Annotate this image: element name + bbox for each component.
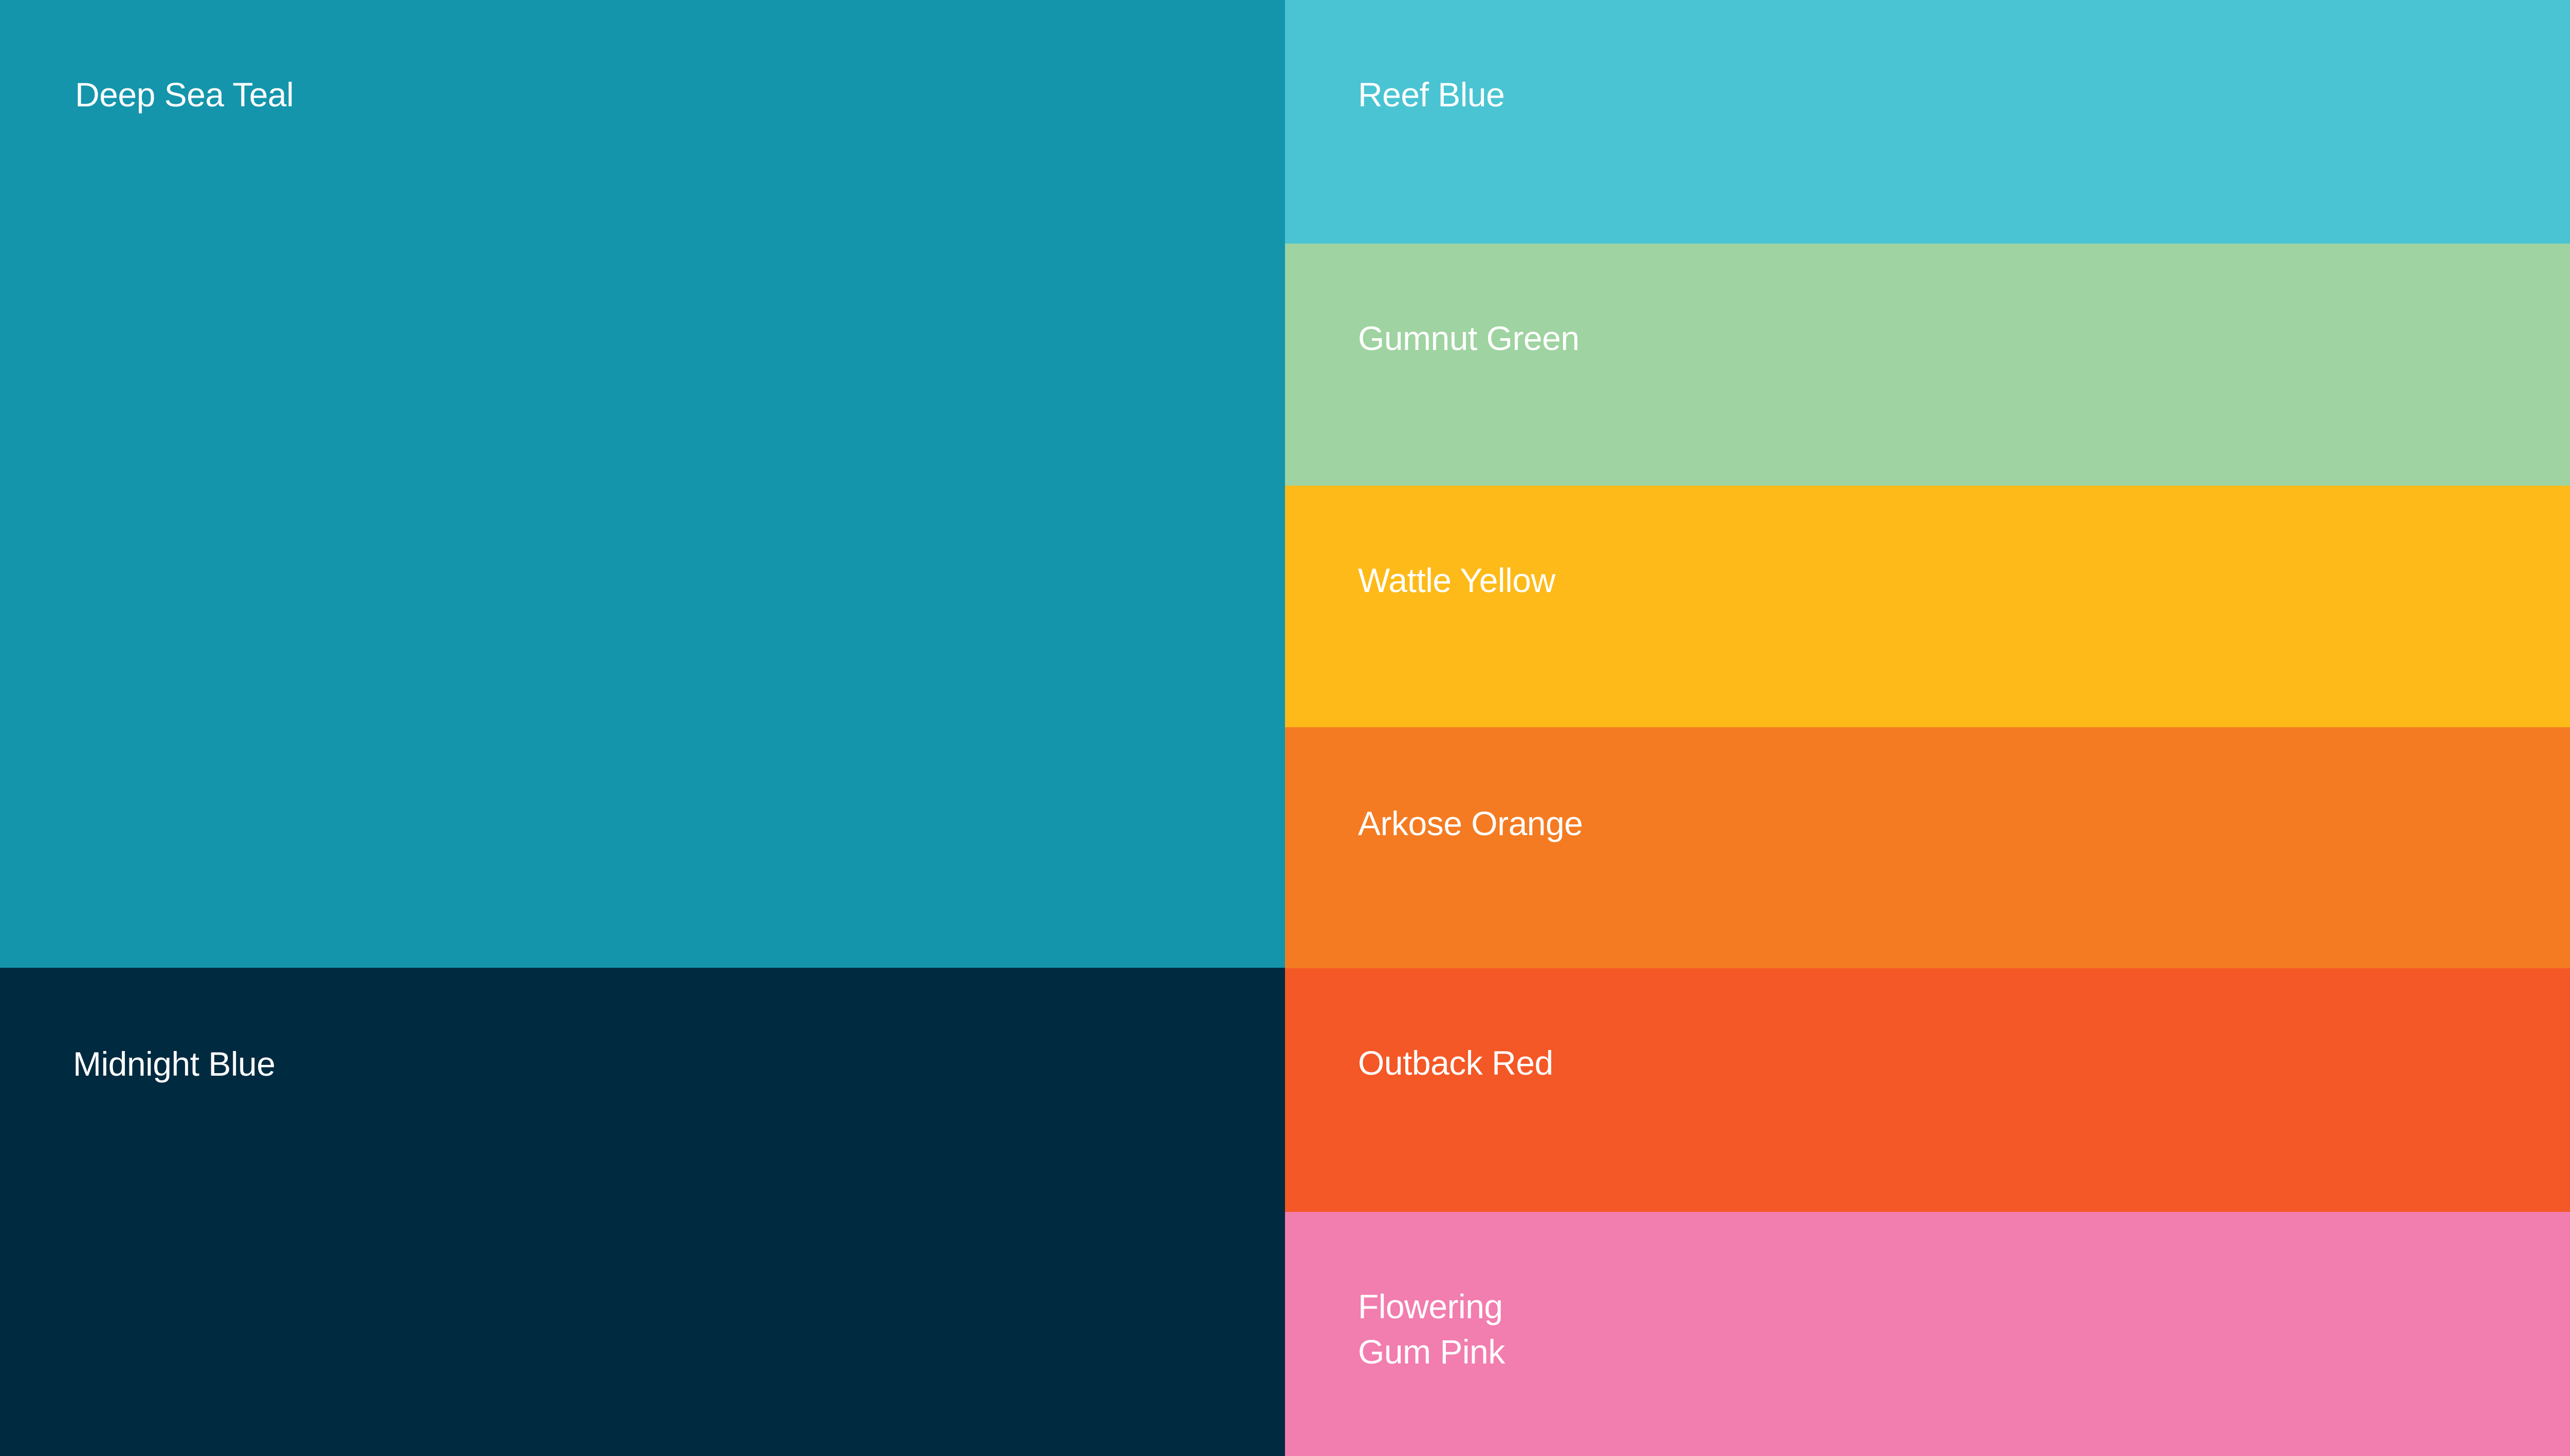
swatch-deep-sea-teal: Deep Sea Teal: [0, 0, 1285, 968]
swatch-label-deep-sea-teal: Deep Sea Teal: [75, 76, 294, 114]
swatch-flowering-gum-pink: Flowering Gum Pink: [1285, 1212, 2570, 1456]
swatch-gumnut-green: Gumnut Green: [1285, 244, 2570, 486]
swatch-label-reef-blue: Reef Blue: [1358, 76, 1505, 114]
swatch-label-flowering-gum-pink: Flowering Gum Pink: [1358, 1287, 1505, 1371]
swatch-label-outback-red: Outback Red: [1358, 1044, 1553, 1082]
swatch-midnight-blue: Midnight Blue: [0, 968, 1285, 1456]
swatch-wattle-yellow: Wattle Yellow: [1285, 486, 2570, 727]
swatch-label-wattle-yellow: Wattle Yellow: [1358, 561, 1555, 599]
swatch-label-gumnut-green: Gumnut Green: [1358, 319, 1580, 357]
swatch-arkose-orange: Arkose Orange: [1285, 727, 2570, 968]
swatch-label-arkose-orange: Arkose Orange: [1358, 804, 1583, 842]
swatch-label-midnight-blue: Midnight Blue: [73, 1045, 276, 1083]
swatch-reef-blue: Reef Blue: [1285, 0, 2570, 244]
swatch-outback-red: Outback Red: [1285, 968, 2570, 1212]
